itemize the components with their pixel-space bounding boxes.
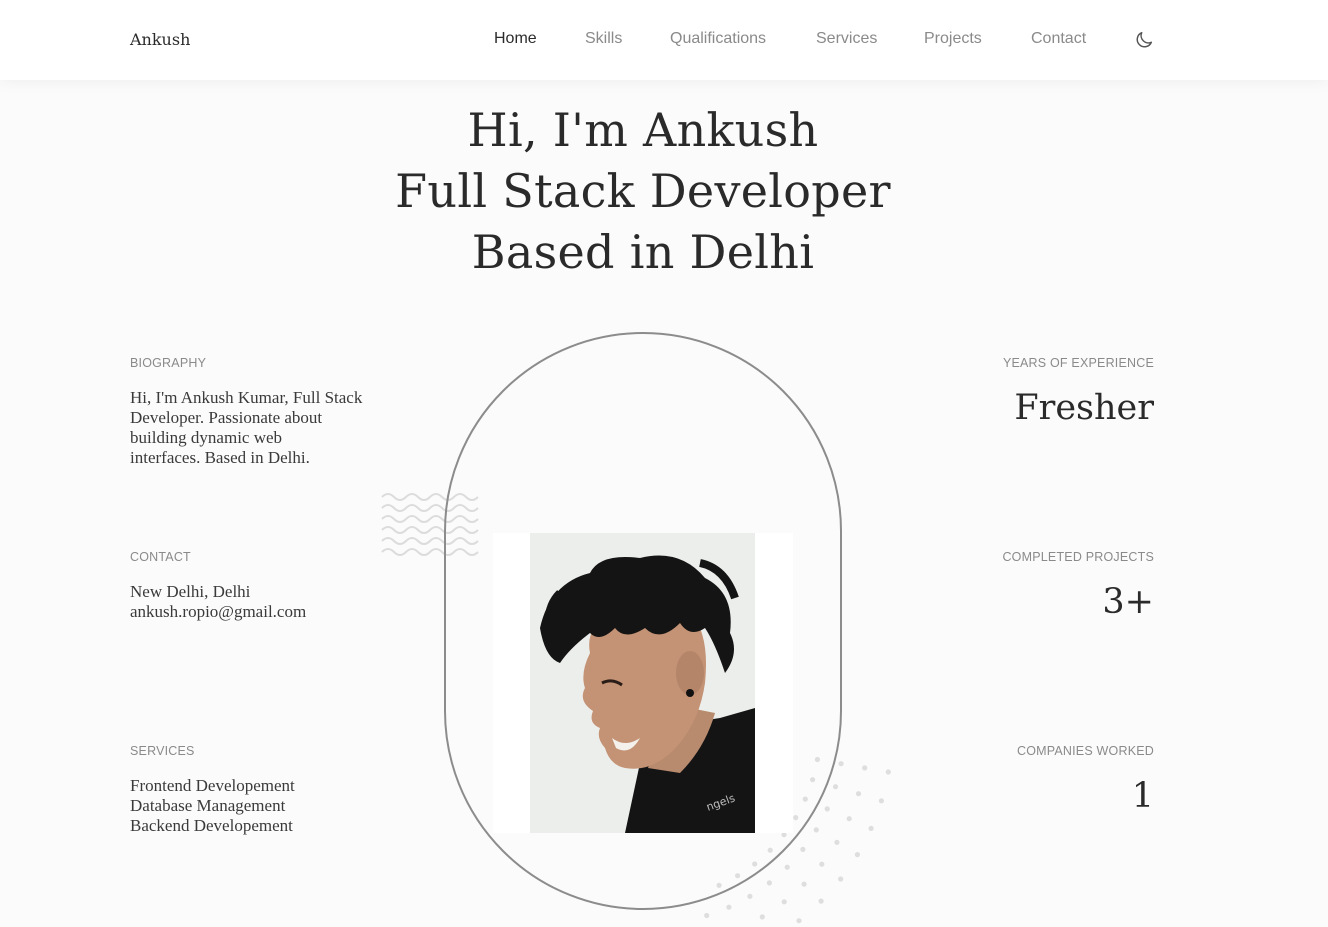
decor-dot [716,882,722,888]
service-item: Frontend Developement [130,776,295,795]
services-list: Frontend Developement Database Managemen… [130,776,390,836]
decor-dot [854,852,860,858]
experience-value: Fresher [1014,388,1154,428]
biography-line: Developer. Passionate about [130,408,323,427]
nav-contact[interactable]: Contact [1031,30,1086,48]
biography-line: building dynamic web [130,428,283,447]
nav-home[interactable]: Home [494,30,537,48]
biography-line: interfaces. Based in Delhi. [130,448,310,467]
services-label: SERVICES [130,744,195,758]
decor-dot [834,839,840,845]
projects-value: 3+ [1102,582,1154,622]
decor-dot [819,861,825,867]
hero-line: Based in Delhi [471,225,815,279]
decor-dot [784,864,790,870]
hero-line: Full Stack Developer [395,164,891,218]
decor-dot [781,899,787,905]
companies-value: 1 [1131,776,1154,816]
decor-dot [868,825,874,831]
contact-label: CONTACT [130,550,191,564]
decor-dot [767,847,773,853]
decor-dot [766,880,772,886]
decor-dot [752,861,758,867]
biography-text: Hi, I'm Ankush Kumar, Full Stack Develop… [130,388,390,468]
decor-dot [747,893,753,899]
nav-projects[interactable]: Projects [924,30,982,48]
decor-dot [855,791,862,797]
moon-icon[interactable] [1133,29,1155,51]
decor-dot [726,904,732,910]
decor-dot [814,756,820,763]
decor-dot [824,806,830,812]
profile-photo: ngels [530,533,755,833]
contact-location: New Delhi, Delhi [130,582,251,601]
decor-dot [832,784,839,790]
site-header: Ankush Home Skills Qualifications Servic… [0,0,1328,80]
nav-services[interactable]: Services [816,30,877,48]
nav-qualifications[interactable]: Qualifications [670,30,766,48]
projects-label: COMPLETED PROJECTS [1002,550,1154,564]
service-item: Database Management [130,796,286,815]
decor-dot [735,873,741,879]
decor-dot [878,798,884,804]
service-item: Backend Developement [130,816,293,835]
decor-dot [796,918,802,924]
decor-dot [802,796,808,802]
decor-dot [704,912,710,919]
decor-dot [810,777,816,783]
companies-label: COMPANIES WORKED [1016,744,1154,758]
decor-dot [838,761,844,767]
decor-dot [800,846,806,852]
nav-skills[interactable]: Skills [585,30,622,48]
contact-email[interactable]: ankush.ropio@gmail.com [130,602,390,622]
biography-label: BIOGRAPHY [130,356,207,370]
experience-label: YEARS OF EXPERIENCE [1002,356,1154,370]
decor-dot [838,876,844,882]
decor-dot [801,881,807,887]
biography-line: Hi, I'm Ankush Kumar, Full Stack [130,388,363,407]
portrait-card: ngels [493,533,793,833]
decor-dot [818,898,824,904]
decor-dot [813,827,819,833]
main-nav: Home Skills Qualifications Services Proj… [0,30,1328,52]
decor-dot [862,765,868,771]
contact-info: New Delhi, Delhi ankush.ropio@gmail.com [130,582,390,622]
decor-dot [793,815,799,821]
decor-dot [846,816,852,822]
hero-title: Hi, I'm Ankush Full Stack Developer Base… [0,100,1286,283]
hero-line: Hi, I'm Ankush [467,103,819,157]
decor-dot [885,769,891,775]
decor-dot [759,914,765,920]
